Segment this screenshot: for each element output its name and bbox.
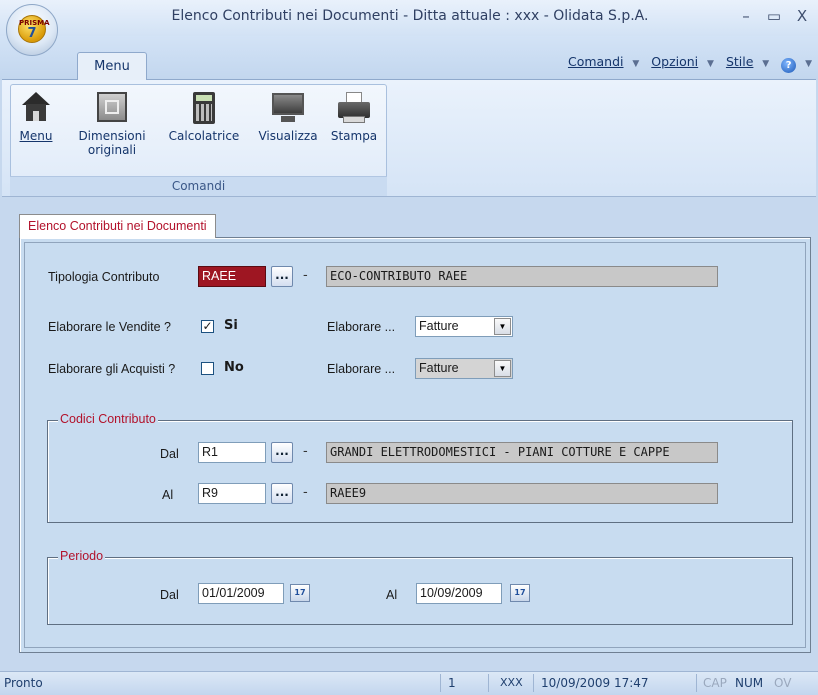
codici-al-description: RAEE9 xyxy=(326,483,718,504)
visualizza-button[interactable]: Visualizza xyxy=(251,92,325,143)
codici-dal-field[interactable]: R1 xyxy=(198,442,266,463)
tipologia-label: Tipologia Contributo xyxy=(48,270,160,284)
original-size-icon xyxy=(95,92,129,124)
tipologia-code-field[interactable]: RAEE xyxy=(198,266,266,287)
app-logo-icon: PRISMA 7 xyxy=(18,15,50,43)
calculator-icon xyxy=(187,92,221,124)
acquisti-elaborare-label: Elaborare ... xyxy=(327,362,396,376)
application-button[interactable]: PRISMA 7 xyxy=(6,4,58,56)
window-title: Elenco Contributi nei Documenti - Ditta … xyxy=(171,8,649,24)
periodo-al-date-field[interactable]: 10/09/2009 xyxy=(416,583,502,604)
original-size-button[interactable]: Dimensioni originali xyxy=(64,92,160,157)
codici-dal-description: GRANDI ELETTRODOMESTICI - PIANI COTTURE … xyxy=(326,442,718,463)
vendite-value: Si xyxy=(224,318,238,333)
vendite-label: Elaborare le Vendite ? xyxy=(48,320,172,334)
periodo-legend: Periodo xyxy=(58,549,106,563)
maximize-button[interactable]: ▭ xyxy=(762,6,786,26)
chevron-down-icon[interactable]: ▼ xyxy=(802,59,812,69)
status-separator xyxy=(488,674,489,692)
printer-icon xyxy=(337,92,371,124)
separator-dash: - xyxy=(303,268,308,283)
codici-contributo-group xyxy=(47,420,793,523)
close-button[interactable]: X xyxy=(790,6,814,26)
menu-button[interactable]: Menu xyxy=(16,92,56,143)
status-ov: OV xyxy=(774,676,792,690)
menu-stile[interactable]: Stile xyxy=(726,54,753,69)
periodo-dal-label: Dal xyxy=(160,588,179,602)
dropdown-arrow-icon[interactable]: ▼ xyxy=(494,318,511,335)
acquisti-value: No xyxy=(224,360,244,375)
ribbon-group-label: Comandi xyxy=(10,176,387,196)
help-icon[interactable]: ? xyxy=(781,58,797,73)
tipologia-lookup-button[interactable]: ... xyxy=(271,266,293,287)
codici-contributo-legend: Codici Contributo xyxy=(58,412,158,426)
periodo-al-label: Al xyxy=(386,588,398,602)
vendite-elaborare-select[interactable]: Fatture ▼ xyxy=(415,316,513,337)
status-text: Pronto xyxy=(4,676,43,690)
periodo-dal-date-field[interactable]: 01/01/2009 xyxy=(198,583,284,604)
tab-elenco-contributi[interactable]: Elenco Contributi nei Documenti xyxy=(19,214,216,238)
status-separator xyxy=(533,674,534,692)
acquisti-elaborare-select[interactable]: Fatture ▼ xyxy=(415,358,513,379)
tipologia-description: ECO-CONTRIBUTO RAEE xyxy=(326,266,718,287)
chevron-down-icon[interactable]: ▼ xyxy=(630,59,639,69)
codici-al-field[interactable]: R9 xyxy=(198,483,266,504)
calculator-button[interactable]: Calcolatrice xyxy=(163,92,245,143)
codici-al-label: Al xyxy=(162,488,174,502)
menu-opzioni[interactable]: Opzioni xyxy=(651,54,698,69)
stampa-button[interactable]: Stampa xyxy=(327,92,381,143)
status-separator xyxy=(696,674,697,692)
codici-dal-lookup-button[interactable]: ... xyxy=(271,442,293,463)
codici-dal-label: Dal xyxy=(160,447,179,461)
calendar-icon[interactable]: 17 xyxy=(290,584,310,602)
ribbon-right-menu: Comandi ▼ Opzioni ▼ Stile ▼ ? ▼ xyxy=(562,54,814,73)
status-user: XXX xyxy=(500,676,523,689)
status-separator xyxy=(440,674,441,692)
calendar-icon[interactable]: 17 xyxy=(510,584,530,602)
vendite-checkbox[interactable]: ✓ xyxy=(201,320,214,333)
status-cap: CAP xyxy=(703,676,727,690)
home-icon xyxy=(19,92,53,124)
separator-dash: - xyxy=(303,444,308,459)
menu-comandi[interactable]: Comandi xyxy=(568,54,624,69)
dropdown-arrow-icon[interactable]: ▼ xyxy=(494,360,511,377)
vendite-elaborare-label: Elaborare ... xyxy=(327,320,396,334)
tab-menu[interactable]: Menu xyxy=(77,52,147,80)
acquisti-checkbox[interactable] xyxy=(201,362,214,375)
monitor-icon xyxy=(271,92,305,124)
status-num: NUM xyxy=(735,676,764,690)
codici-al-lookup-button[interactable]: ... xyxy=(271,483,293,504)
status-page: 1 xyxy=(448,676,456,690)
status-datetime: 10/09/2009 17:47 xyxy=(541,676,649,690)
chevron-down-icon[interactable]: ▼ xyxy=(759,59,769,69)
separator-dash: - xyxy=(303,485,308,500)
minimize-button[interactable]: – xyxy=(734,6,758,26)
chevron-down-icon[interactable]: ▼ xyxy=(704,59,714,69)
acquisti-label: Elaborare gli Acquisti ? xyxy=(48,362,176,376)
